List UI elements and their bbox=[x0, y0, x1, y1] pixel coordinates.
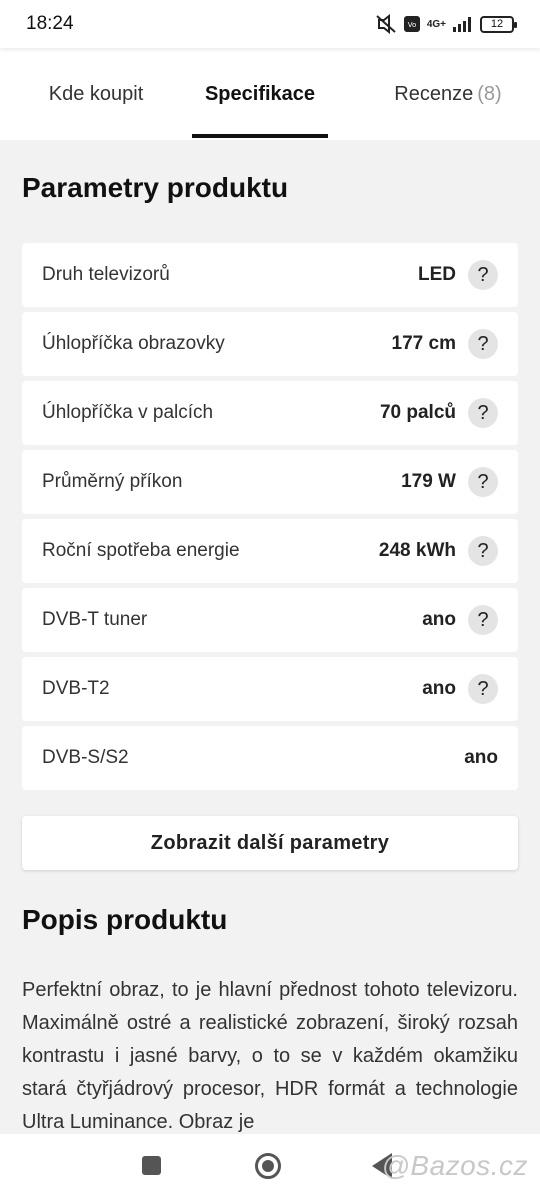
tab-bar: Kde koupit Specifikace Recenze (8) bbox=[0, 48, 540, 140]
tab-label: Kde koupit bbox=[48, 82, 144, 105]
tab-specifikace[interactable]: Specifikace bbox=[192, 48, 328, 140]
spec-row: Roční spotřeba energie 248 kWh ? bbox=[22, 519, 518, 583]
signal-icon bbox=[453, 17, 471, 32]
spec-row: Průměrný příkon 179 W ? bbox=[22, 450, 518, 514]
spec-value: 248 kWh bbox=[378, 540, 456, 561]
tab-label: Recenze bbox=[394, 82, 474, 105]
spec-label: DVB-T2 bbox=[42, 678, 110, 699]
tab-label: Specifikace bbox=[204, 82, 316, 105]
spec-value: 177 cm bbox=[391, 333, 456, 354]
spec-value: ano bbox=[422, 609, 456, 630]
volte-icon: Vo bbox=[403, 16, 420, 32]
spec-value: 179 W bbox=[401, 471, 456, 492]
svg-text:Vo: Vo bbox=[408, 21, 417, 29]
params-title: Parametry produktu bbox=[22, 172, 289, 203]
help-icon[interactable]: ? bbox=[468, 329, 498, 359]
help-icon[interactable]: ? bbox=[468, 536, 498, 566]
spec-row: DVB-T tuner ano ? bbox=[22, 588, 518, 652]
home-button[interactable] bbox=[255, 1153, 281, 1179]
status-bar: 18:24 Vo 4G+ 12 bbox=[0, 0, 540, 48]
help-icon[interactable]: ? bbox=[468, 674, 498, 704]
watermark: @Bazos.cz bbox=[381, 1150, 528, 1181]
spec-row: DVB-T2 ano ? bbox=[22, 657, 518, 721]
spec-label: Průměrný příkon bbox=[42, 471, 183, 492]
description-text: Perfektní obraz, to je hlavní přednost t… bbox=[22, 979, 518, 1133]
spec-value: ano bbox=[422, 678, 456, 699]
spec-value: LED bbox=[418, 264, 456, 285]
description-title: Popis produktu bbox=[22, 904, 228, 935]
spec-label: Roční spotřeba energie bbox=[42, 540, 240, 561]
battery-icon: 12 bbox=[480, 15, 517, 33]
spec-label: DVB-S/S2 bbox=[42, 747, 129, 768]
mute-icon bbox=[376, 14, 396, 34]
tab-kde-koupit[interactable]: Kde koupit bbox=[22, 48, 170, 140]
spec-label: DVB-T tuner bbox=[42, 609, 148, 630]
spec-value: 70 palců bbox=[379, 402, 456, 423]
spec-value: ano bbox=[464, 747, 498, 768]
spec-label: Druh televizorů bbox=[42, 264, 170, 285]
show-more-params-button[interactable]: Zobrazit další parametry bbox=[22, 816, 518, 870]
system-nav-bar: @Bazos.cz bbox=[0, 1134, 540, 1200]
spec-row: Druh televizorů LED ? bbox=[22, 243, 518, 307]
battery-level: 12 bbox=[490, 18, 504, 30]
status-time: 18:24 bbox=[26, 13, 74, 34]
spec-label: Úhlopříčka v palcích bbox=[42, 402, 214, 423]
spec-row: Úhlopříčka v palcích 70 palců ? bbox=[22, 381, 518, 445]
recents-button[interactable] bbox=[142, 1156, 161, 1175]
spec-row: Úhlopříčka obrazovky 177 cm ? bbox=[22, 312, 518, 376]
tab-count: (8) bbox=[477, 82, 502, 105]
network-type: 4G+ bbox=[426, 18, 446, 30]
tab-recenze[interactable]: Recenze (8) bbox=[380, 48, 516, 140]
spec-row: DVB-S/S2 ano bbox=[22, 726, 518, 790]
help-icon[interactable]: ? bbox=[468, 398, 498, 428]
help-icon[interactable]: ? bbox=[468, 260, 498, 290]
help-icon[interactable]: ? bbox=[468, 467, 498, 497]
active-tab-indicator bbox=[192, 134, 328, 138]
status-icons: Vo 4G+ 12 bbox=[375, 14, 517, 34]
help-icon[interactable]: ? bbox=[468, 605, 498, 635]
spec-label: Úhlopříčka obrazovky bbox=[42, 333, 225, 354]
